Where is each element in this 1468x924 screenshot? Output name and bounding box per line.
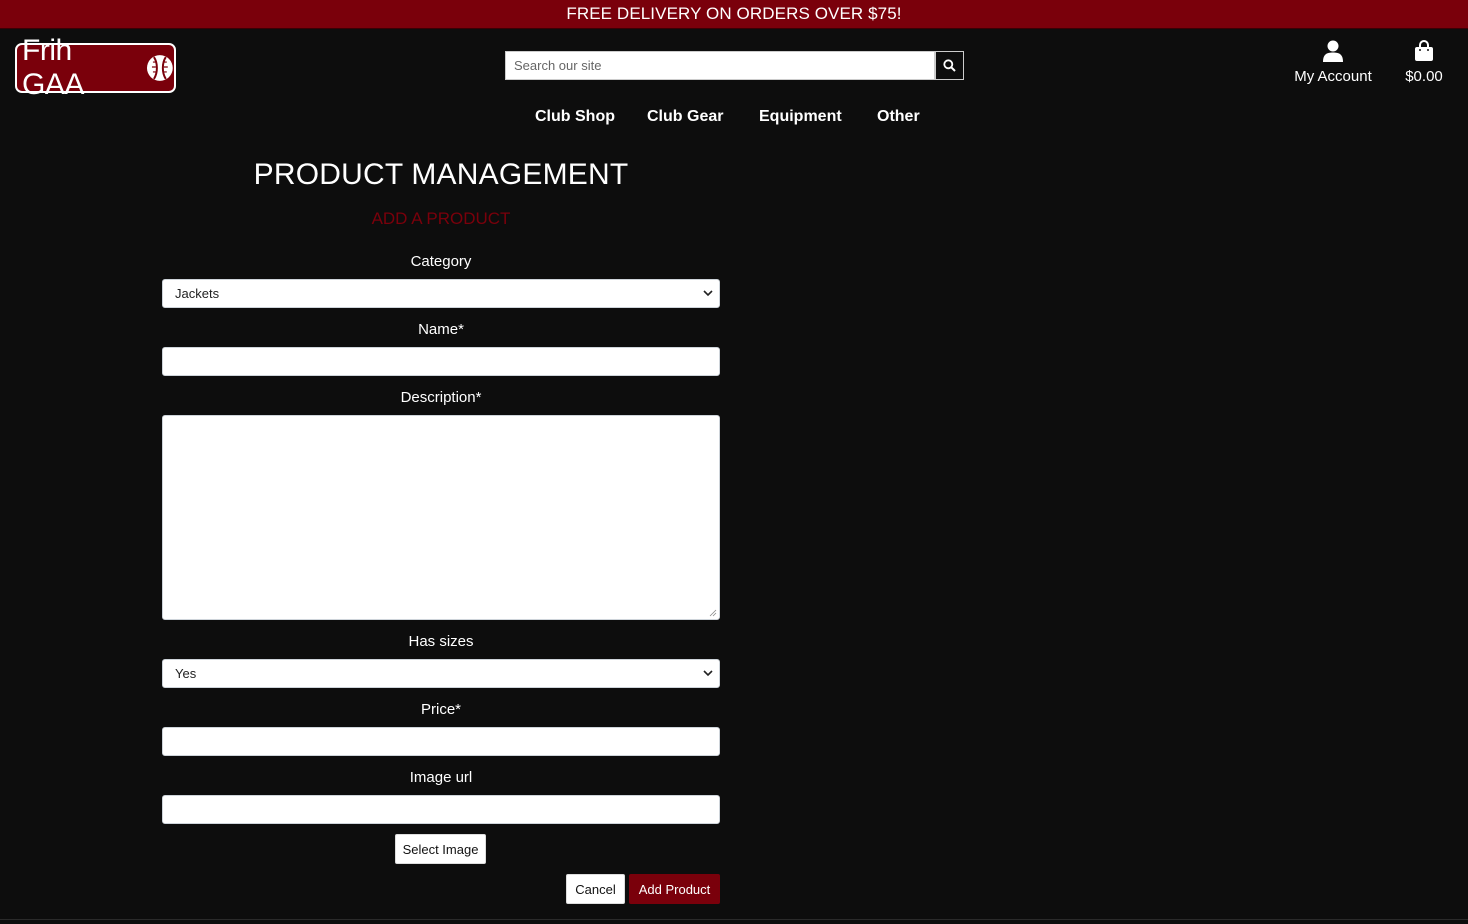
promo-banner-text: FREE DELIVERY ON ORDERS OVER $75!: [566, 4, 902, 23]
shopping-bag-icon: [1415, 40, 1433, 61]
chevron-down-icon: [703, 670, 713, 677]
category-label: Category: [410, 253, 472, 270]
price-field[interactable]: [162, 727, 720, 756]
my-account-label: My Account: [1294, 68, 1372, 85]
nav-item-equipment[interactable]: Equipment: [759, 108, 842, 126]
my-account-link[interactable]: My Account: [1291, 40, 1375, 85]
site-logo[interactable]: Frih GAA: [15, 34, 176, 101]
name-field[interactable]: [162, 347, 720, 376]
nav-item-club-gear[interactable]: Club Gear: [647, 108, 723, 126]
user-icon: [1323, 40, 1343, 62]
site-search: [505, 51, 964, 80]
select-image-button[interactable]: Select Image: [395, 834, 486, 864]
has-sizes-select[interactable]: Yes: [162, 659, 720, 688]
page-title: PRODUCT MANAGEMENT: [253, 158, 629, 191]
search-input[interactable]: [505, 51, 935, 80]
main-nav: Club Shop Club Gear Equipment Other: [0, 108, 1468, 132]
shopping-bag-link[interactable]: $0.00: [1402, 40, 1446, 85]
page-bottom-divider: [0, 919, 1468, 920]
price-label: Price*: [420, 701, 461, 718]
nav-item-club-shop[interactable]: Club Shop: [535, 108, 615, 126]
description-label: Description*: [400, 389, 482, 406]
search-button[interactable]: [935, 51, 964, 80]
bag-total: $0.00: [1405, 68, 1443, 85]
has-sizes-label: Has sizes: [408, 633, 474, 650]
name-label: Name*: [418, 321, 464, 338]
sliotar-ball-icon: [147, 55, 174, 81]
image-url-field[interactable]: [162, 795, 720, 824]
image-url-label: Image url: [409, 769, 473, 786]
description-textarea[interactable]: [162, 415, 720, 620]
category-selected-value: Jackets: [175, 286, 220, 301]
chevron-down-icon: [703, 290, 713, 297]
search-icon: [943, 59, 956, 72]
resize-grip-icon[interactable]: [709, 609, 717, 617]
page-subtitle: ADD A PRODUCT: [371, 209, 511, 228]
category-select[interactable]: Jackets: [162, 279, 720, 308]
nav-item-other[interactable]: Other: [877, 108, 920, 126]
has-sizes-selected-value: Yes: [175, 666, 197, 681]
add-product-button[interactable]: Add Product: [629, 874, 720, 904]
promo-banner: FREE DELIVERY ON ORDERS OVER $75!: [0, 0, 1468, 29]
logo-text: Frih GAA: [22, 34, 84, 101]
cancel-button[interactable]: Cancel: [566, 874, 625, 904]
